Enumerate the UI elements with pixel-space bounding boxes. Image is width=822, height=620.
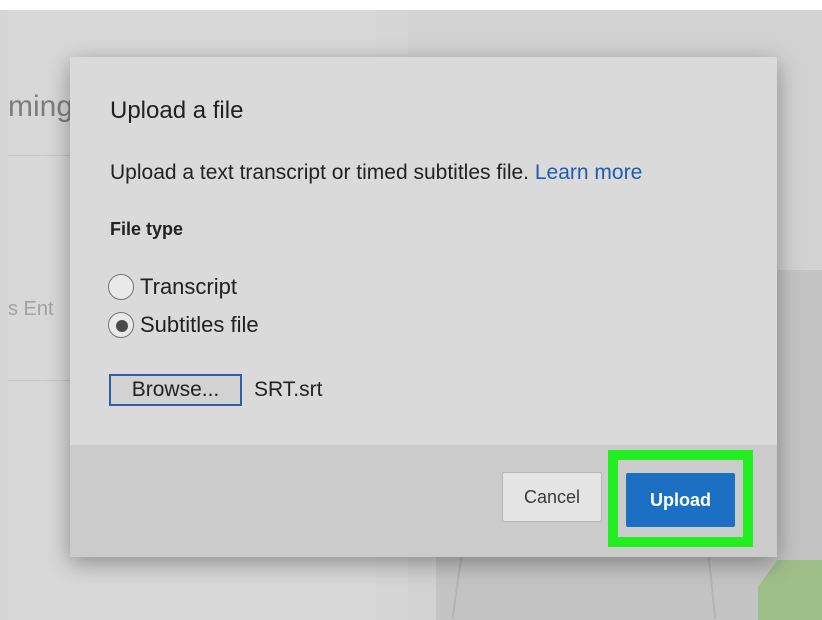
cancel-button[interactable]: Cancel <box>502 472 602 522</box>
background-title-fragment: ming <box>8 90 74 123</box>
radio-label-transcript: Transcript <box>140 274 237 299</box>
upload-highlight-box: Upload <box>608 450 753 547</box>
file-type-label: File type <box>110 219 184 239</box>
radio-transcript[interactable]: Transcript <box>108 274 237 300</box>
radio-label-subtitles-file: Subtitles file <box>140 312 259 337</box>
dialog-footer: Cancel Upload <box>70 445 777 557</box>
radio-selected-dot <box>116 320 128 332</box>
upload-dialog: Upload a file Upload a text transcript o… <box>70 57 777 557</box>
upload-button[interactable]: Upload <box>626 473 735 527</box>
radio-button[interactable] <box>108 312 134 338</box>
dialog-description: Upload a text transcript or timed subtit… <box>110 161 642 185</box>
description-text: Upload a text transcript or timed subtit… <box>110 161 530 184</box>
dialog-title: Upload a file <box>110 97 244 124</box>
learn-more-link[interactable]: Learn more <box>535 161 642 184</box>
background-input-fragment: s Ent <box>8 298 54 320</box>
top-strip <box>0 0 822 10</box>
browse-button[interactable]: Browse... <box>109 374 242 406</box>
radio-subtitles-file[interactable]: Subtitles file <box>108 312 259 338</box>
selected-file-name: SRT.srt <box>254 378 323 401</box>
radio-button[interactable] <box>108 274 134 300</box>
